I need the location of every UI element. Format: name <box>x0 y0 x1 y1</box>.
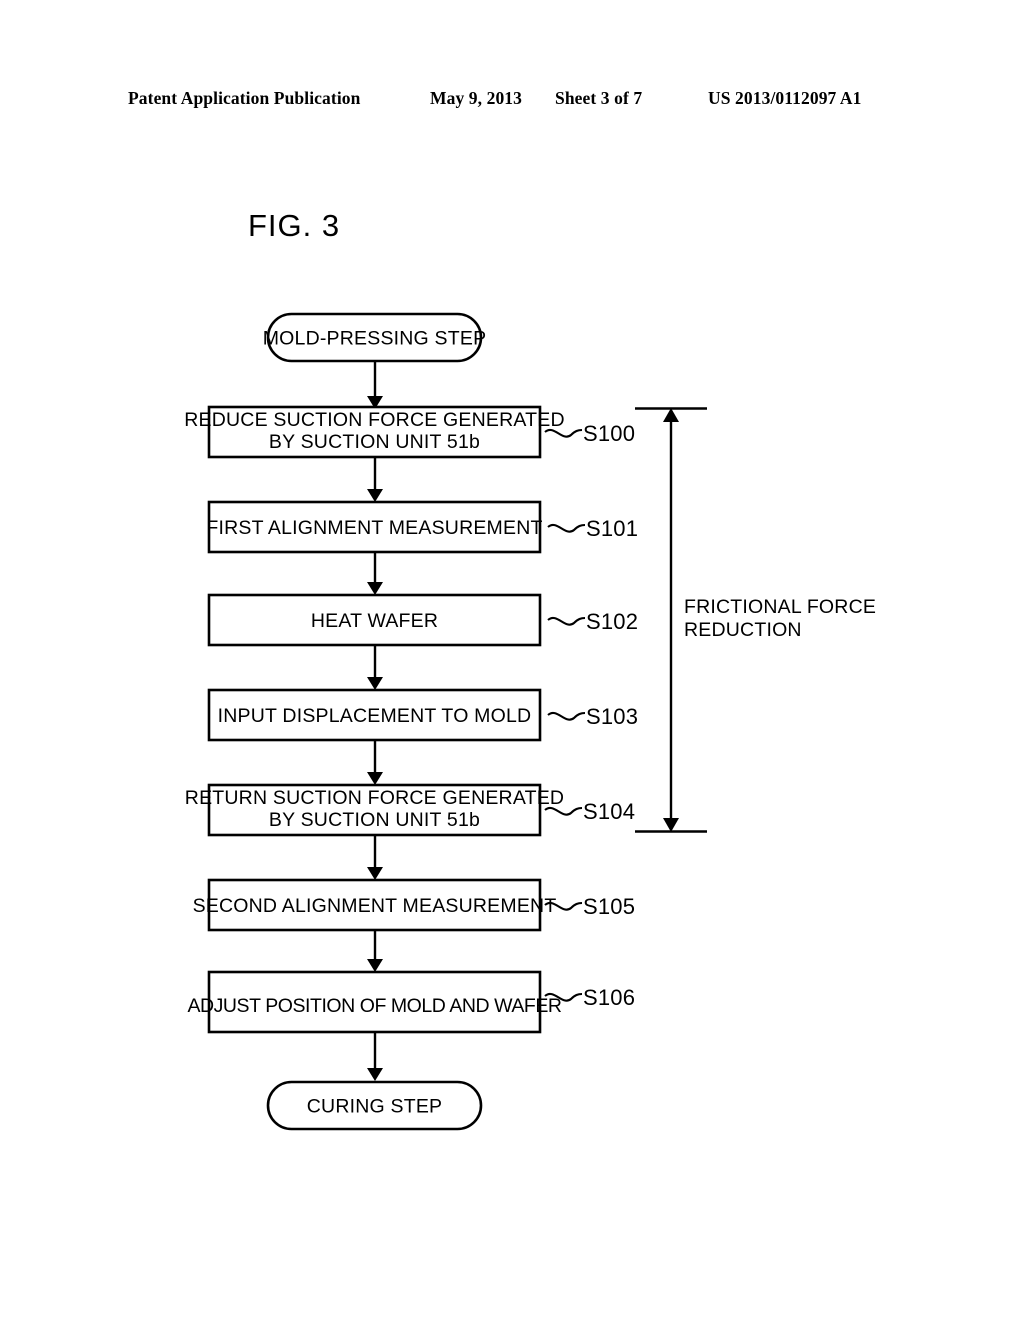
process-step-s106: ADJUST POSITION OF MOLD AND WAFER S106 <box>187 970 635 1034</box>
connector-s104-to-s105 <box>367 835 383 880</box>
process-step-s100-label-line1: REDUCE SUCTION FORCE GENERATED <box>184 409 565 431</box>
terminator-start: MOLD-PRESSING STEP <box>263 312 487 363</box>
leader-line-s101 <box>547 523 586 533</box>
step-code-s102: S102 <box>586 609 638 634</box>
connector-s103-to-s104 <box>367 740 383 785</box>
flowchart-diagram: MOLD-PRESSING STEP REDUCE SUCTION FORCE … <box>184 312 876 1131</box>
annotation-label-line2: REDUCTION <box>684 619 802 641</box>
process-step-s105-label: SECOND ALIGNMENT MEASUREMENT <box>193 895 557 917</box>
process-step-s102: HEAT WAFER S102 <box>207 593 638 647</box>
annotation-arrowhead-down <box>663 818 679 832</box>
connector-s105-to-s106 <box>367 930 383 972</box>
process-step-s100-label-line2: BY SUCTION UNIT 51b <box>269 431 480 453</box>
patent-figure-page: Patent Application Publication May 9, 20… <box>0 0 1024 1320</box>
process-step-s104-label-line2: BY SUCTION UNIT 51b <box>269 809 480 831</box>
process-step-s104: RETURN SUCTION FORCE GENERATED BY SUCTIO… <box>185 783 635 837</box>
step-code-s106: S106 <box>583 985 635 1010</box>
step-code-s100: S100 <box>583 421 635 446</box>
step-code-s103: S103 <box>586 704 638 729</box>
step-code-s104: S104 <box>583 799 635 824</box>
process-step-s101-label: FIRST ALIGNMENT MEASUREMENT <box>206 517 542 539</box>
process-step-s102-label: HEAT WAFER <box>311 610 438 632</box>
connector-s106-to-end <box>367 1032 383 1081</box>
leader-line-s102 <box>547 616 586 626</box>
connector-s101-to-s102 <box>367 552 383 595</box>
annotation-arrowhead-up <box>663 408 679 422</box>
process-step-s103-label: INPUT DISPLACEMENT TO MOLD <box>218 705 532 727</box>
connector-s102-to-s103 <box>367 645 383 690</box>
leader-line-s103 <box>547 711 586 721</box>
step-code-s101: S101 <box>586 516 638 541</box>
terminator-end: CURING STEP <box>266 1080 483 1131</box>
annotation-label-line1: FRICTIONAL FORCE <box>684 596 876 618</box>
terminator-end-label: CURING STEP <box>307 1096 442 1118</box>
process-step-s106-label: ADJUST POSITION OF MOLD AND WAFER <box>187 995 561 1017</box>
connector-start-to-s100 <box>367 361 383 409</box>
terminator-start-label: MOLD-PRESSING STEP <box>263 328 487 350</box>
step-code-s105: S105 <box>583 894 635 919</box>
frictional-force-reduction-annotation: FRICTIONAL FORCE REDUCTION <box>635 407 876 833</box>
process-step-s101: FIRST ALIGNMENT MEASUREMENT S101 <box>206 500 638 554</box>
process-step-s105: SECOND ALIGNMENT MEASUREMENT S105 <box>193 878 635 932</box>
process-step-s103: INPUT DISPLACEMENT TO MOLD S103 <box>207 688 638 742</box>
process-step-s100: REDUCE SUCTION FORCE GENERATED BY SUCTIO… <box>184 405 635 459</box>
connector-s100-to-s101 <box>367 457 383 502</box>
process-step-s104-label-line1: RETURN SUCTION FORCE GENERATED <box>185 787 564 809</box>
